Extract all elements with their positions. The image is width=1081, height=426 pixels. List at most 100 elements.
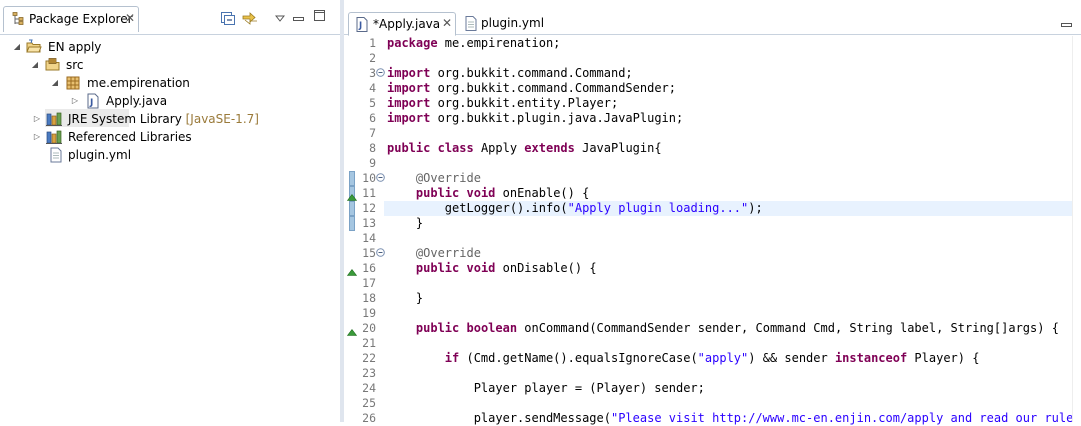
source-folder-icon — [45, 57, 61, 73]
editor-tab-plugin-yml[interactable]: plugin.yml — [458, 12, 548, 36]
code-line[interactable]: Player player = (Player) sender; — [387, 381, 705, 396]
line-number: 10 — [362, 171, 376, 185]
code-line[interactable]: import org.bukkit.command.Command; — [387, 66, 633, 81]
link-with-editor-icon[interactable] — [241, 10, 257, 26]
token-text: ) && sender — [748, 351, 835, 365]
token-kw: import — [387, 111, 431, 125]
line-number: 1 — [369, 36, 376, 50]
code-line[interactable]: } — [387, 291, 423, 306]
code-line[interactable]: public class Apply extends JavaPlugin{ — [387, 141, 662, 156]
code-line[interactable]: @Override — [387, 171, 481, 186]
collapsed-arrow-icon[interactable]: ▷ — [70, 92, 80, 110]
token-kw: void — [466, 261, 496, 275]
line-number: 4 — [369, 81, 376, 95]
expanded-arrow-icon[interactable]: ◢ — [12, 38, 22, 56]
package-explorer-tab[interactable]: Package Explorer ✕ — [3, 6, 139, 32]
collapsed-arrow-icon[interactable]: ▷ — [32, 128, 42, 146]
close-icon[interactable]: ✕ — [442, 16, 452, 30]
editor-tab-label: *Apply.java — [373, 17, 441, 31]
tree-item-src[interactable]: ◢ src — [0, 56, 330, 74]
tree-item-label: me.empirenation — [87, 76, 190, 90]
editor-tabbar: J *Apply.java ✕ plugin.yml — [344, 8, 1081, 36]
code-line[interactable]: import org.bukkit.plugin.java.JavaPlugin… — [387, 111, 683, 126]
token-text: } — [387, 291, 424, 305]
line-number: 7 — [369, 126, 376, 140]
token-text: onEnable() { — [495, 186, 590, 200]
token-kw: boolean — [466, 321, 518, 335]
text-file-icon — [48, 147, 64, 163]
token-text: player.sendMessage( — [387, 411, 611, 425]
tree-item-project[interactable]: ◢ EN apply — [0, 38, 330, 56]
minimize-icon[interactable] — [293, 12, 309, 28]
expanded-arrow-icon[interactable]: ◢ — [50, 74, 60, 92]
code-line[interactable]: import org.bukkit.entity.Player; — [387, 96, 618, 111]
vertical-scrollbar[interactable] — [1072, 36, 1081, 422]
code-line[interactable]: public boolean onCommand(CommandSender s… — [387, 321, 1059, 336]
code-line[interactable]: @Override — [387, 246, 481, 261]
token-str: "Apply plugin loading..." — [567, 201, 749, 215]
editor-minimize-icon[interactable] — [1061, 18, 1073, 27]
library-icon — [46, 111, 62, 127]
code-line[interactable]: if (Cmd.getName().equalsIgnoreCase("appl… — [387, 351, 980, 366]
collapsed-arrow-icon[interactable]: ▷ — [32, 110, 42, 128]
editor-tab-apply-java[interactable]: J *Apply.java ✕ — [348, 12, 456, 36]
token-kw: extends — [524, 141, 575, 155]
line-number: 8 — [369, 141, 376, 155]
token-text: JavaPlugin{ — [574, 141, 662, 155]
code-line[interactable]: getLogger().info("Apply plugin loading..… — [387, 201, 763, 216]
fold-toggle-icon[interactable] — [376, 68, 385, 77]
tree-item-plugin-yml[interactable]: plugin.yml — [0, 146, 330, 164]
tree-item-jre-library[interactable]: ▷ JRE System Library [JavaSE-1.7] — [0, 110, 330, 128]
jre-version-decoration: [JavaSE-1.7] — [185, 112, 259, 126]
svg-text:J: J — [89, 98, 93, 108]
expanded-arrow-icon[interactable]: ◢ — [30, 56, 40, 74]
token-text: onDisable() { — [495, 261, 597, 275]
view-menu-icon[interactable] — [274, 12, 291, 28]
line-number: 26 — [362, 411, 376, 425]
project-icon — [26, 39, 42, 55]
code-line[interactable]: player.sendMessage("Please visit http://… — [387, 411, 1081, 426]
fold-toggle-icon[interactable] — [376, 173, 385, 182]
code-line[interactable]: import org.bukkit.command.CommandSender; — [387, 81, 676, 96]
token-text: Player) { — [907, 351, 980, 365]
token-text: ); — [748, 201, 763, 215]
token-text: org.bukkit.command.CommandSender; — [430, 81, 676, 95]
line-number: 25 — [362, 396, 376, 410]
change-marker — [349, 216, 355, 231]
token-text: me.empirenation; — [437, 36, 561, 50]
fold-toggle-icon[interactable] — [376, 248, 385, 257]
code-editor[interactable]: 1 2 3 4 5 6 7 8 9 10 11 12 13 14 15 16 17 18 19 20 21 22 23 24 2… — [344, 36, 1081, 425]
token-kw: package — [387, 36, 438, 50]
tree-item-label: Apply.java — [106, 94, 168, 108]
token-kw: import — [387, 81, 431, 95]
code-line[interactable]: public void onDisable() { — [387, 261, 597, 276]
token-str: "apply" — [697, 351, 749, 365]
line-number: 11 — [362, 186, 376, 200]
line-number: 2 — [369, 51, 376, 65]
maximize-icon[interactable] — [314, 10, 330, 26]
tree-item-apply-java[interactable]: ▷ J Apply.java — [0, 92, 330, 110]
token-kw: if — [444, 351, 460, 365]
code-line[interactable]: package me.empirenation; — [387, 36, 560, 51]
tree-item-package[interactable]: ◢ me.empirenation — [0, 74, 330, 92]
token-ann: @Override — [415, 246, 481, 260]
close-icon[interactable]: ✕ — [125, 11, 135, 25]
token-text: org.bukkit.command.Command; — [430, 66, 633, 80]
code-line[interactable]: public void onEnable() { — [387, 186, 589, 201]
package-explorer-tabbar: Package Explorer ✕ — [0, 0, 340, 35]
tree-item-name: JRE System Library — [68, 112, 182, 126]
package-explorer-icon — [11, 12, 25, 29]
line-number: 15 — [362, 246, 376, 260]
code-line[interactable]: } — [387, 216, 423, 231]
tree-item-referenced-libraries[interactable]: ▷ Referenced Libraries — [0, 128, 330, 146]
collapse-all-icon[interactable] — [220, 10, 236, 26]
package-explorer-tab-label: Package Explorer — [29, 12, 133, 26]
java-file-icon: J — [85, 93, 101, 109]
